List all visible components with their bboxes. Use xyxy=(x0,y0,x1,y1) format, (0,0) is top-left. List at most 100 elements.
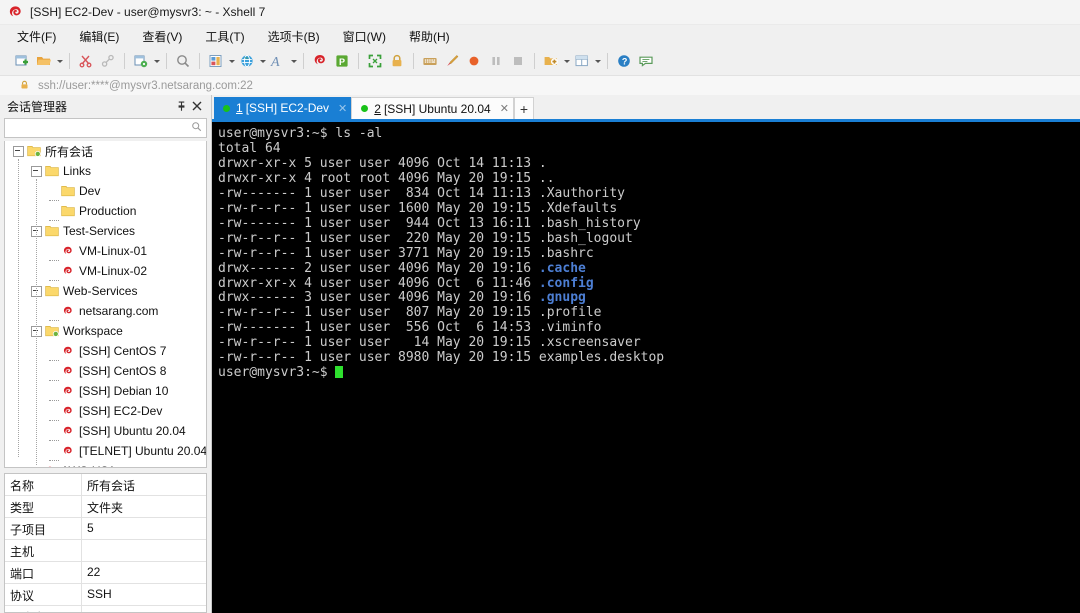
properties-caret-icon[interactable] xyxy=(152,50,161,72)
terminal-line: drwx------ 2 user user 4096 May 20 19:16… xyxy=(218,262,1080,277)
terminal-line: drwxr-xr-x 4 root root 4096 May 20 19:15… xyxy=(218,172,1080,187)
globe-caret-icon[interactable] xyxy=(258,50,267,72)
property-row: 名称所有会话 xyxy=(5,474,206,496)
search-icon xyxy=(191,121,202,135)
xshell-icon[interactable] xyxy=(309,50,331,72)
lock-icon[interactable] xyxy=(386,50,408,72)
tree-item-label: [SSH] EC2-Dev xyxy=(79,404,162,418)
tree-item-label: netsarang.com xyxy=(79,304,158,318)
terminal-line: -rw-r--r-- 1 user user 1600 May 20 19:15… xyxy=(218,202,1080,217)
tree-item-label: Web-Services xyxy=(63,284,137,298)
xftp-icon[interactable]: P xyxy=(331,50,353,72)
layout-caret-icon[interactable] xyxy=(227,50,236,72)
toolbar-separator xyxy=(124,53,125,69)
search-input[interactable] xyxy=(4,118,207,138)
pin-icon[interactable] xyxy=(173,98,189,114)
tab-status-dot xyxy=(223,105,230,112)
tab-close-icon[interactable]: ✕ xyxy=(500,102,509,115)
toolbar-separator xyxy=(534,53,535,69)
tree-guide-line xyxy=(36,179,37,465)
tree-item-label: [TELNET] Ubuntu 20.04 xyxy=(79,444,207,458)
terminal-tab[interactable]: 2[SSH] Ubuntu 20.04✕ xyxy=(351,97,514,119)
fullscreen-icon[interactable] xyxy=(364,50,386,72)
keyboard-icon[interactable] xyxy=(419,50,441,72)
menu-help[interactable]: 帮助(H) xyxy=(409,26,460,47)
layout-icon[interactable] xyxy=(205,50,227,72)
terminal-line: -rw-r--r-- 1 user user 807 May 20 19:15 … xyxy=(218,306,1080,321)
font-icon[interactable]: A xyxy=(267,50,289,72)
property-key: 子项目 xyxy=(5,518,82,539)
font-caret-icon[interactable] xyxy=(289,50,298,72)
properties-icon[interactable] xyxy=(130,50,152,72)
session-icon xyxy=(61,305,75,318)
terminal-line: -rw-r--r-- 1 user user 3771 May 20 19:15… xyxy=(218,247,1080,262)
tree-item-label: VM-Linux-01 xyxy=(79,244,147,258)
globe-icon[interactable] xyxy=(236,50,258,72)
session-icon xyxy=(61,365,75,378)
new-session-icon[interactable] xyxy=(11,50,33,72)
session-icon xyxy=(61,265,75,278)
add-window-icon[interactable] xyxy=(540,50,562,72)
open-folder-caret-icon[interactable] xyxy=(55,50,64,72)
tab-number: 1 xyxy=(236,101,243,115)
record-icon[interactable] xyxy=(463,50,485,72)
session-icon xyxy=(61,405,75,418)
terminal-directory-name: .config xyxy=(539,276,594,291)
tree-collapse-icon[interactable] xyxy=(31,166,42,177)
property-key: 协议 xyxy=(5,584,82,605)
terminal-text: drwx------ 3 user user 4096 May 20 19:16 xyxy=(218,290,539,305)
property-row: 用户名 xyxy=(5,606,206,613)
highlight-pen-icon[interactable] xyxy=(441,50,463,72)
tree-item[interactable]: 所有会话 xyxy=(5,141,206,161)
session-icon xyxy=(61,245,75,258)
menu-tabs[interactable]: 选项卡(B) xyxy=(268,26,330,47)
tree-item[interactable]: Links xyxy=(5,161,206,181)
terminal-text: drwxr-xr-x 4 user user 4096 Oct 6 11:46 xyxy=(218,276,539,291)
session-icon xyxy=(43,465,57,469)
toolbar-separator xyxy=(199,53,200,69)
property-value xyxy=(82,606,206,613)
xshell-logo-icon xyxy=(8,5,23,20)
find-icon[interactable] xyxy=(172,50,194,72)
terminal-screen[interactable]: user@mysvr3:~$ ls -altotal 64drwxr-xr-x … xyxy=(212,122,1080,613)
tree-item-label: Workspace xyxy=(63,324,123,338)
add-window-caret-icon[interactable] xyxy=(562,50,571,72)
property-row: 端口22 xyxy=(5,562,206,584)
terminal-text: -rw------- 1 user user 556 Oct 6 14:53 .… xyxy=(218,320,602,335)
root-folder-icon xyxy=(27,145,41,157)
session-icon xyxy=(61,425,75,438)
session-tree[interactable]: 所有会话LinksDevProductionTest-ServicesVM-Li… xyxy=(4,141,207,468)
svg-text:A: A xyxy=(270,55,280,69)
split-view-caret-icon[interactable] xyxy=(593,50,602,72)
menu-window[interactable]: 窗口(W) xyxy=(343,26,396,47)
split-view-icon[interactable] xyxy=(571,50,593,72)
folder-icon xyxy=(61,185,75,197)
chat-icon[interactable] xyxy=(635,50,657,72)
terminal-tab[interactable]: 1[SSH] EC2-Dev ✕ xyxy=(214,97,351,119)
menu-file[interactable]: 文件(F) xyxy=(17,26,66,47)
tree-item-label: [SSH] CentOS 7 xyxy=(79,344,166,358)
property-key: 主机 xyxy=(5,540,82,561)
close-icon[interactable] xyxy=(189,98,205,114)
address-bar[interactable]: ssh://user:****@mysvr3.netsarang.com:22 xyxy=(0,75,1080,97)
session-icon xyxy=(61,345,75,358)
toolbar: A P xyxy=(0,47,1080,75)
new-tab-button[interactable]: + xyxy=(514,97,534,119)
terminal-directory-name: .cache xyxy=(539,261,586,276)
terminal-line: user@mysvr3:~$ ls -al xyxy=(218,127,1080,142)
tab-label: [SSH] EC2-Dev xyxy=(246,101,329,115)
menu-tools[interactable]: 工具(T) xyxy=(205,26,254,47)
address-url: ssh://user:****@mysvr3.netsarang.com:22 xyxy=(38,80,253,92)
open-folder-icon[interactable] xyxy=(33,50,55,72)
help-icon[interactable]: ? xyxy=(613,50,635,72)
tab-close-icon[interactable]: ✕ xyxy=(338,102,347,115)
terminal-panel: 1[SSH] EC2-Dev✕2[SSH] Ubuntu 20.04✕+ use… xyxy=(212,95,1080,613)
title-bar: [SSH] EC2-Dev - user@mysvr3: ~ - Xshell … xyxy=(0,0,1080,25)
toolbar-separator xyxy=(303,53,304,69)
tree-collapse-icon[interactable] xyxy=(13,146,24,157)
menu-view[interactable]: 查看(V) xyxy=(142,26,192,47)
pause-icon xyxy=(485,50,507,72)
svg-text:P: P xyxy=(339,57,345,67)
menu-edit[interactable]: 编辑(E) xyxy=(79,26,129,47)
cut-icon[interactable] xyxy=(75,50,97,72)
